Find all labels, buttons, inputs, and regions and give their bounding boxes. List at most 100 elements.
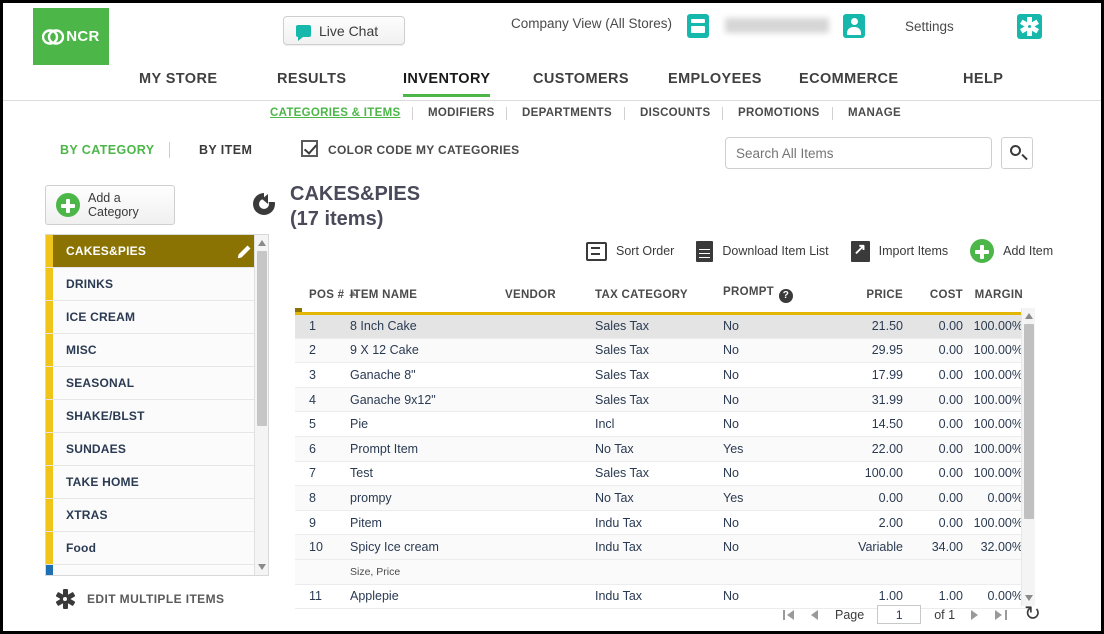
subnav-item-departments[interactable]: DEPARTMENTS	[522, 107, 612, 119]
filter-divider	[169, 142, 170, 158]
category-row[interactable]	[46, 565, 268, 575]
nav-item-my-store[interactable]: MY STORE	[139, 71, 217, 94]
plus-icon	[970, 239, 995, 263]
nav-item-ecommerce[interactable]: ECOMMERCE	[799, 71, 898, 94]
edit-pencil-icon[interactable]	[236, 244, 252, 260]
user-account-icon[interactable]	[843, 14, 865, 38]
back-icon-arrow	[262, 194, 268, 204]
category-row[interactable]: SUNDAES	[46, 433, 268, 466]
back-refresh-icon[interactable]	[253, 193, 275, 215]
table-row[interactable]: 6 Prompt Item No Tax Yes 22.00 0.00 100.00%	[295, 436, 1031, 462]
col-pos[interactable]: POS #	[295, 286, 358, 314]
user-name-redacted	[725, 18, 829, 33]
cell-price: 17.99	[823, 362, 903, 388]
color-code-checkbox[interactable]	[301, 140, 318, 157]
cell-pos: 7	[295, 461, 350, 487]
page-label: Page	[835, 607, 865, 622]
cell-prompt: No	[723, 534, 823, 560]
nav-item-results[interactable]: RESULTS	[277, 71, 346, 94]
tab-by-category[interactable]: BY CATEGORY	[60, 143, 154, 157]
col-item-name[interactable]: ITEM NAME	[350, 286, 505, 314]
cell-vendor	[505, 313, 595, 339]
cell-vendor	[505, 485, 595, 511]
table-row[interactable]: 7 Test Sales Tax No 100.00 0.00 100.00%	[295, 461, 1031, 487]
search-input[interactable]	[725, 137, 992, 169]
scroll-up-arrow-icon[interactable]	[1025, 313, 1033, 319]
ncr-logo[interactable]: NCR	[33, 8, 109, 65]
category-row[interactable]: SHAKE/BLST	[46, 400, 268, 433]
next-page-button[interactable]	[968, 608, 981, 622]
page-number-input[interactable]	[877, 605, 922, 624]
settings-gear-button[interactable]	[1017, 14, 1042, 39]
cell-pos: 9	[295, 510, 350, 536]
items-table-scrollbar[interactable]	[1021, 308, 1035, 606]
item-name-text: Pitem	[350, 515, 382, 530]
add-item-button[interactable]: Add Item	[970, 239, 1053, 263]
table-row[interactable]: 29 X 12 Cake Sales Tax No 29.95 0.00 100.00%	[295, 338, 1031, 364]
category-scroll-thumb[interactable]	[257, 251, 267, 426]
store-selector-icon[interactable]	[687, 14, 709, 38]
nav-item-inventory[interactable]: INVENTORY	[403, 71, 491, 97]
cell-cost: 0.00	[903, 461, 963, 487]
table-row[interactable]: 4 Ganache 9x12" Sales Tax No 31.99 0.00 100.00…	[295, 387, 1031, 413]
last-page-button[interactable]	[994, 608, 1008, 622]
settings-label[interactable]: Settings	[905, 19, 954, 34]
live-chat-label: Live Chat	[319, 22, 379, 39]
subnav-item-modifiers[interactable]: MODIFIERS	[428, 107, 495, 119]
table-row[interactable]: 9 Pitem Indu Tax No 2.00 0.00 100.00%	[295, 510, 1031, 536]
refresh-icon[interactable]	[1024, 601, 1042, 626]
subnav-item-manage[interactable]: MANAGE	[848, 107, 901, 119]
cell-item-name: Test	[350, 461, 505, 487]
category-row[interactable]: TAKE HOME	[46, 466, 268, 499]
items-scroll-thumb[interactable]	[1024, 324, 1034, 519]
live-chat-button[interactable]: Live Chat	[283, 16, 405, 45]
cell-cost: 0.00	[903, 411, 963, 437]
add-item-label: Add Item	[1003, 244, 1054, 258]
nav-item-help[interactable]: HELP	[963, 71, 1003, 94]
subnav-item-promotions[interactable]: PROMOTIONS	[738, 107, 820, 119]
cell-cost: 34.00	[903, 534, 963, 560]
category-row[interactable]: Food	[46, 532, 268, 565]
download-item-list-button[interactable]: Download Item List	[696, 240, 829, 262]
help-icon[interactable]: ?	[779, 289, 793, 303]
cell-prompt: No	[723, 338, 823, 364]
item-name-text: Prompt Item	[350, 441, 419, 456]
table-row[interactable]: 3 Ganache 8" Sales Tax No 17.99 0.00 100.00%	[295, 362, 1031, 388]
import-items-button[interactable]: Import Items	[850, 240, 948, 262]
first-page-button[interactable]	[783, 608, 796, 622]
table-row-subline: Size, Price	[295, 559, 1031, 585]
col-tax-category[interactable]: TAX CATEGORY	[595, 286, 723, 314]
cell-price: 0.00	[823, 485, 903, 511]
add-category-button[interactable]: Add a Category	[45, 185, 175, 225]
category-row[interactable]: MISC	[46, 334, 268, 367]
table-row[interactable]: 5 Pie Incl No 14.50 0.00 100.00%	[295, 411, 1031, 437]
scroll-up-arrow-icon[interactable]	[258, 240, 266, 246]
scroll-down-arrow-icon[interactable]	[258, 564, 266, 570]
nav-item-customers[interactable]: CUSTOMERS	[533, 71, 629, 94]
col-price[interactable]: PRICE	[823, 286, 903, 314]
table-row[interactable]: 8 prompy No Tax Yes 0.00 0.00 0.00%	[295, 485, 1031, 511]
category-color-bar	[46, 367, 53, 399]
table-row[interactable]: 10 Spicy Ice cream Indu Tax No Variable 34.00…	[295, 534, 1031, 560]
sort-order-button[interactable]: Sort Order	[586, 241, 674, 261]
category-row[interactable]: ICE CREAM	[46, 301, 268, 334]
search-button[interactable]	[1001, 137, 1033, 169]
category-row[interactable]: SEASONAL	[46, 367, 268, 400]
col-cost[interactable]: COST	[903, 286, 963, 314]
prev-page-button[interactable]	[809, 608, 822, 622]
nav-item-employees[interactable]: EMPLOYEES	[668, 71, 762, 94]
main-navigation: MY STORE RESULTS INVENTORY CUSTOMERS EMPLOYE…	[3, 65, 1101, 101]
subnav-item-discounts[interactable]: DISCOUNTS	[640, 107, 710, 119]
last-page-bar	[1005, 609, 1008, 620]
category-row[interactable]: XTRAS	[46, 499, 268, 532]
col-vendor[interactable]: VENDOR	[505, 286, 595, 314]
edit-multiple-items-button[interactable]: EDIT MULTIPLE ITEMS	[55, 589, 224, 609]
col-prompt[interactable]: PROMPT?	[723, 286, 823, 314]
tab-by-item[interactable]: BY ITEM	[199, 143, 252, 157]
category-row[interactable]: CAKES&PIES	[46, 235, 268, 268]
category-scrollbar[interactable]	[254, 235, 268, 575]
table-row[interactable]: 18 Inch Cake Sales Tax No 21.50 0.00 100.00%	[295, 313, 1031, 339]
prev-page-arrow-icon	[811, 609, 818, 620]
subnav-item-categories-items[interactable]: CATEGORIES & ITEMS	[270, 107, 400, 119]
category-row[interactable]: DRINKS	[46, 268, 268, 301]
